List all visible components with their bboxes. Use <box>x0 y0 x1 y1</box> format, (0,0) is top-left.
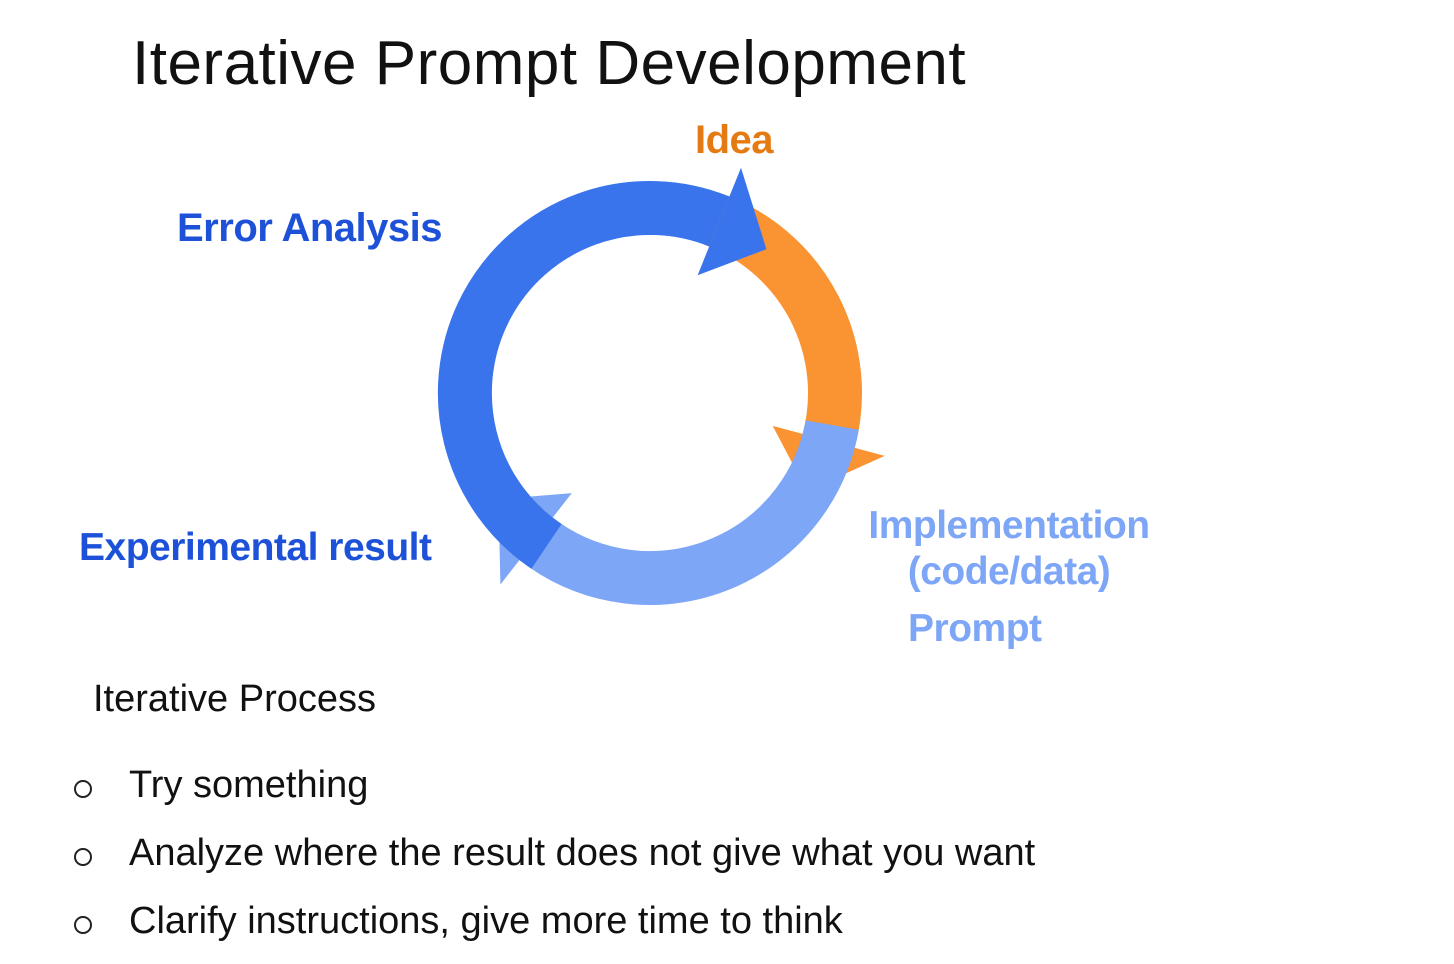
process-heading: Iterative Process <box>93 678 376 720</box>
list-item-text: Try something <box>129 764 369 806</box>
result-to-idea-arrow <box>437 181 730 569</box>
list-item-text: Clarify instructions, give more time to … <box>129 900 843 942</box>
list-item-text: Analyze where the result does not give w… <box>129 832 1036 874</box>
implementation-detail-line: (code/data) <box>907 550 1111 593</box>
stage-label-prompt: Prompt <box>908 607 1042 650</box>
stage-label-experimental-result: Experimental result <box>79 526 432 569</box>
stage-label-implementation: Implementation (code/data) <box>848 503 1170 595</box>
implementation-line: Implementation <box>868 504 1150 547</box>
hollow-circle-bullet-icon <box>74 848 92 866</box>
hollow-circle-bullet-icon <box>74 780 92 798</box>
stage-label-idea: Idea <box>695 118 774 162</box>
hollow-circle-bullet-icon <box>74 916 92 934</box>
stage-label-error-analysis: Error Analysis <box>177 206 442 250</box>
